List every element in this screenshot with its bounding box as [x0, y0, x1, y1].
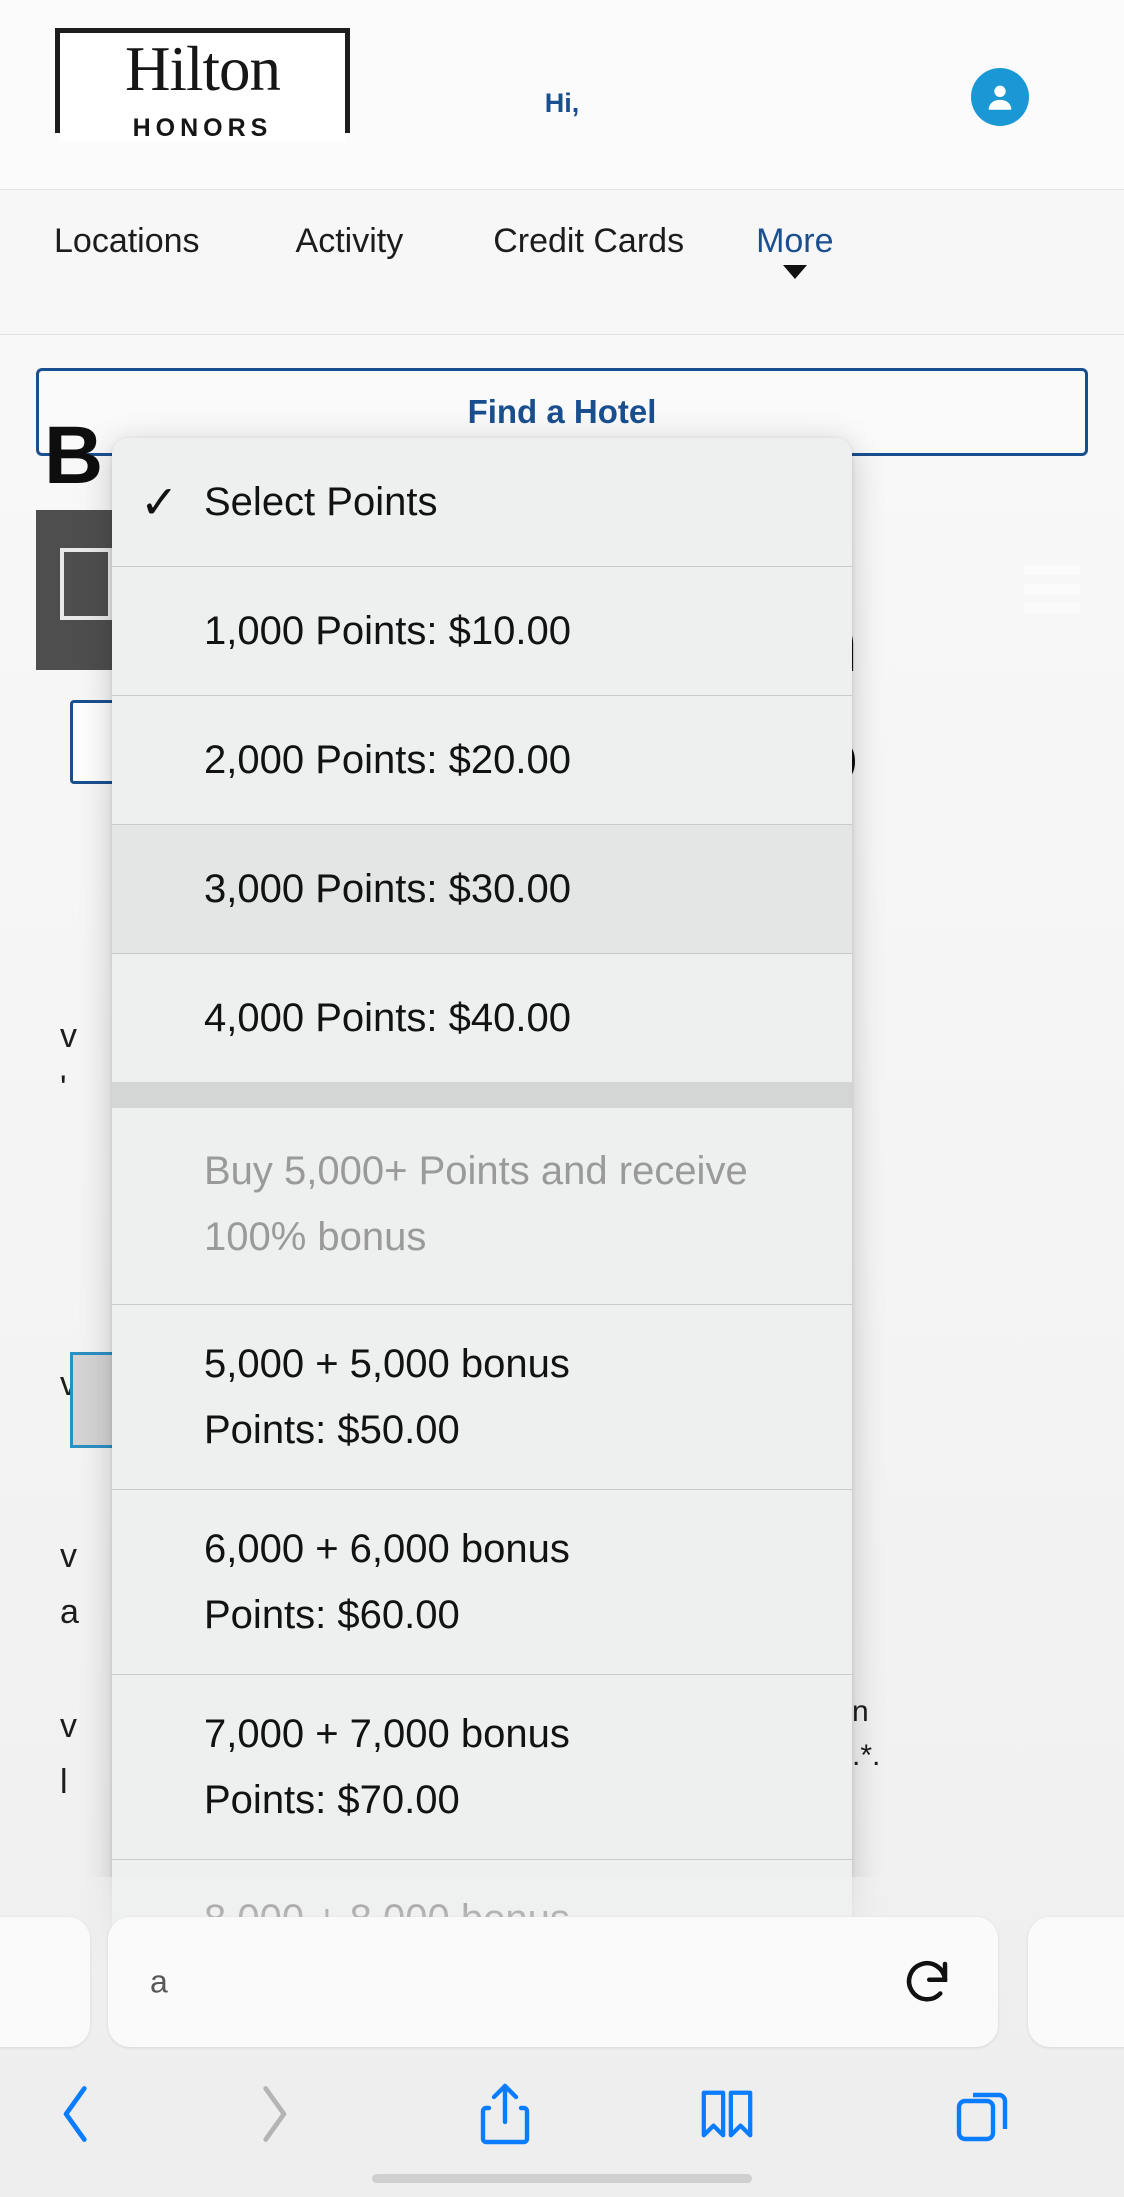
dropdown-option-4000[interactable]: 4,000 Points: $40.00	[112, 954, 852, 1082]
nav-label: Locations	[54, 222, 200, 260]
dropdown-option-6000-bonus[interactable]: 6,000 + 6,000 bonus Points: $60.00	[112, 1490, 852, 1674]
chevron-right-icon	[218, 2059, 328, 2169]
checkmark-icon: ✓	[140, 476, 179, 528]
dropdown-option-5000-bonus[interactable]: 5,000 + 5,000 bonus Points: $50.00	[112, 1305, 852, 1489]
browser-tab-next[interactable]	[1028, 1917, 1124, 2047]
hamburger-menu-icon[interactable]	[1024, 565, 1080, 613]
dropdown-option-select-points[interactable]: ✓ Select Points	[112, 438, 852, 566]
browser-address-bar[interactable]: a	[108, 1917, 998, 2047]
dropdown-option-label: 2,000 Points: $20.00	[204, 737, 571, 782]
footer-fragment-n: n	[852, 1695, 869, 1728]
background-fragment-quote: '	[60, 1069, 67, 1107]
nav-label: More	[756, 222, 834, 260]
points-dropdown-menu[interactable]: ✓ Select Points 1,000 Points: $10.00 2,0…	[112, 438, 852, 2044]
dropdown-option-label: 4,000 Points: $40.00	[204, 995, 571, 1040]
hero-chip	[60, 548, 112, 620]
background-fragment-a: a	[60, 1593, 79, 1631]
chevron-down-icon	[782, 265, 807, 279]
dropdown-option-label-line2: Points: $60.00	[204, 1593, 460, 1637]
dropdown-option-1000[interactable]: 1,000 Points: $10.00	[112, 567, 852, 695]
background-fragment-l: l	[60, 1763, 68, 1801]
browser-tab-previous[interactable]	[0, 1917, 90, 2047]
nav-item-more[interactable]: More	[756, 222, 834, 279]
dropdown-option-label: 1,000 Points: $10.00	[204, 608, 571, 653]
dropdown-option-2000[interactable]: 2,000 Points: $20.00	[112, 696, 852, 824]
browser-bottom-bar: a	[0, 1877, 1124, 2197]
hamburger-bar	[1024, 584, 1080, 594]
chevron-left-icon[interactable]	[22, 2059, 132, 2169]
nav-label: Activity	[295, 222, 404, 260]
background-fragment-y: v	[60, 1537, 77, 1575]
dropdown-option-7000-bonus[interactable]: 7,000 + 7,000 bonus Points: $70.00	[112, 1675, 852, 1859]
nav-item-credit-cards[interactable]: Credit Cards	[493, 222, 684, 261]
dropdown-option-label-line2: Points: $50.00	[204, 1408, 460, 1452]
nav-item-locations[interactable]: Locations	[54, 222, 200, 261]
dropdown-option-label-line1: 7,000 + 7,000 bonus	[204, 1712, 570, 1756]
dropdown-option-3000[interactable]: 3,000 Points: $30.00	[112, 825, 852, 953]
bookmarks-icon[interactable]	[672, 2059, 782, 2169]
nav-label: Credit Cards	[493, 222, 685, 260]
tabs-icon[interactable]	[928, 2059, 1038, 2169]
background-fragment-v3: v	[60, 1707, 77, 1745]
footer-fragment-dots: .*.	[852, 1739, 881, 1772]
background-fragment-v: v	[60, 1017, 77, 1055]
primary-nav: Locations Activity Credit Cards More	[0, 190, 1124, 335]
user-avatar-icon[interactable]	[971, 68, 1029, 126]
share-icon[interactable]	[450, 2059, 560, 2169]
greeting-text: Hi,	[544, 88, 580, 118]
address-bar-text: a	[150, 1963, 168, 2000]
dropdown-option-label-line1: 6,000 + 6,000 bonus	[204, 1527, 570, 1571]
hamburger-bar	[1024, 603, 1080, 613]
dropdown-option-label-line2: Points: $70.00	[204, 1778, 460, 1822]
background-footer-fragment: n .*.	[852, 1690, 880, 1778]
nav-item-activity[interactable]: Activity	[296, 222, 404, 261]
home-indicator	[372, 2174, 752, 2183]
browser-toolbar	[0, 2059, 1124, 2169]
hamburger-bar	[1024, 565, 1080, 575]
dropdown-option-label: 3,000 Points: $30.00	[204, 866, 571, 911]
reload-icon[interactable]	[900, 1955, 954, 2009]
dropdown-option-label-line1: 5,000 + 5,000 bonus	[204, 1342, 570, 1386]
dropdown-group-label: Buy 5,000+ Points and receive 100% bonus	[112, 1108, 852, 1304]
site-header: Hilton HONORS Hi,	[0, 0, 1124, 190]
browser-tab-strip: a	[0, 1917, 1124, 2047]
dropdown-group-separator	[112, 1082, 852, 1108]
